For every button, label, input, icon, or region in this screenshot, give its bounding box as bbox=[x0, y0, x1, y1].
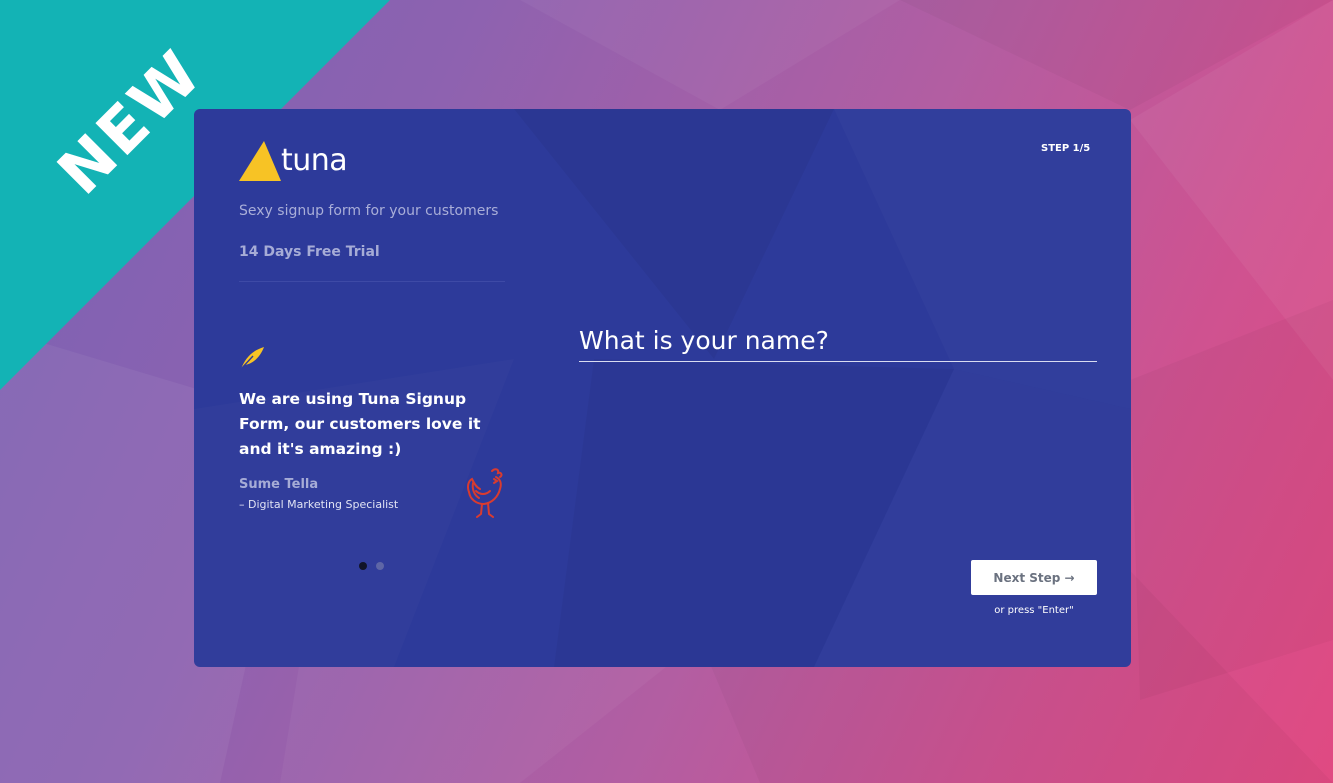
testimonial: We are using Tuna Signup Form, our custo… bbox=[239, 345, 505, 525]
testimonial-role: – Digital Marketing Specialist bbox=[239, 498, 399, 511]
tagline: Sexy signup form for your customers bbox=[239, 203, 499, 219]
feather-icon bbox=[240, 347, 264, 370]
carousel-dot-2[interactable] bbox=[376, 562, 384, 570]
name-input[interactable] bbox=[579, 319, 1097, 362]
testimonial-quote: We are using Tuna Signup Form, our custo… bbox=[239, 390, 481, 458]
enter-hint: or press "Enter" bbox=[994, 605, 1074, 616]
brand-logo: tuna bbox=[239, 141, 369, 185]
step-indicator: STEP 1/5 bbox=[1041, 143, 1091, 154]
testimonial-author: Sume Tella bbox=[239, 477, 319, 492]
yellow-triangle-icon bbox=[239, 141, 281, 181]
next-step-button[interactable]: Next Step → bbox=[971, 560, 1097, 595]
brand-name: tuna bbox=[281, 143, 348, 178]
sidebar-divider bbox=[239, 281, 505, 282]
signup-card: tuna Sexy signup form for your customers… bbox=[194, 109, 1131, 667]
carousel-dot-1[interactable] bbox=[359, 562, 367, 570]
rooster-icon bbox=[467, 468, 503, 518]
trial-label: 14 Days Free Trial bbox=[239, 244, 380, 260]
